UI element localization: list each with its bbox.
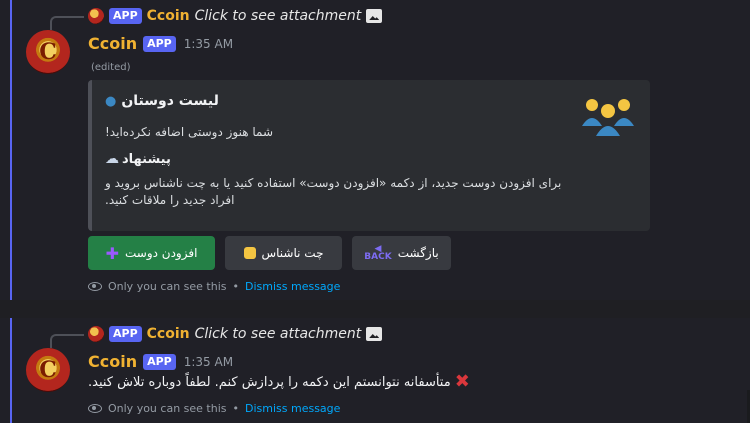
reply-app-tag: APP	[109, 326, 142, 342]
embed-subtitle: ☁ پیشنهاد	[105, 151, 171, 167]
anonymous-chat-button[interactable]: چت ناشناس	[225, 236, 342, 270]
avatar-letter: C	[39, 39, 57, 65]
back-button[interactable]: ◀ BACK بازگشت	[352, 236, 451, 270]
eye-icon	[88, 282, 102, 291]
embed-subtitle-text: پیشنهاد	[122, 151, 171, 167]
app-tag: APP	[143, 353, 176, 370]
avatar-letter: C	[39, 357, 57, 383]
notice-text: Only you can see this	[108, 280, 227, 293]
avatar[interactable]: C	[26, 348, 70, 392]
dismiss-message-link[interactable]: Dismiss message	[245, 280, 340, 293]
add-friend-label: افزودن دوست	[124, 246, 198, 260]
embed-title-text: لیست دوستان	[121, 93, 219, 109]
eye-icon	[88, 404, 102, 413]
back-label: بازگشت	[397, 246, 439, 260]
app-tag: APP	[143, 35, 176, 52]
embed-body: برای افزودن دوست جدید، از دکمه «افزودن د…	[105, 176, 562, 207]
author-name[interactable]: Ccoin	[88, 34, 137, 53]
back-icon: ◀ BACK	[364, 244, 392, 262]
highlight-bar	[10, 0, 12, 300]
reply-connector	[50, 334, 84, 348]
notice-text: Only you can see this	[108, 402, 227, 415]
edited-label: (edited)	[91, 62, 131, 73]
highlight-bar	[10, 318, 12, 423]
reply-preview[interactable]: APP Ccoin Click to see attachment	[88, 324, 383, 344]
notice-separator: •	[232, 402, 240, 415]
x-icon: ✖	[454, 371, 470, 392]
reply-preview[interactable]: APP Ccoin Click to see attachment	[88, 6, 383, 26]
timestamp[interactable]: 1:35 AM	[184, 355, 233, 369]
anonymous-chat-label: چت ناشناس	[261, 246, 324, 260]
mask-icon	[243, 247, 256, 259]
timestamp[interactable]: 1:35 AM	[184, 37, 233, 51]
reply-author[interactable]: Ccoin	[147, 8, 190, 24]
people-icon: ●	[105, 93, 117, 109]
embed: ● لیست دوستان شما هنوز دوستی اضافه نکرده…	[88, 80, 650, 231]
reply-text[interactable]: Click to see attachment	[195, 326, 362, 342]
image-icon	[366, 9, 383, 23]
dismiss-message-link[interactable]: Dismiss message	[245, 402, 340, 415]
message-text: متأسفانه نتوانستم این دکمه را پردازش کنم…	[88, 374, 451, 390]
notice-separator: •	[232, 280, 240, 293]
add-friend-button[interactable]: ✚ افزودن دوست	[88, 236, 215, 270]
embed-title: ● لیست دوستان	[105, 93, 219, 109]
reply-avatar[interactable]	[88, 8, 104, 24]
reply-connector	[50, 16, 84, 30]
reply-avatar[interactable]	[88, 326, 104, 342]
message-1: APP Ccoin Click to see attachment C Ccoi…	[0, 0, 750, 300]
group-people-icon	[582, 99, 634, 136]
embed-description: شما هنوز دوستی اضافه نکرده‌اید!	[105, 125, 274, 139]
reply-text[interactable]: Click to see attachment	[195, 8, 362, 24]
message-header: Ccoin APP 1:35 AM	[88, 352, 233, 371]
thought-bubble-icon: ☁	[105, 151, 119, 167]
back-icon-text: BACK	[364, 252, 392, 262]
ephemeral-notice: Only you can see this • Dismiss message	[88, 280, 340, 293]
avatar[interactable]: C	[26, 30, 70, 74]
message-content: متأسفانه نتوانستم این دکمه را پردازش کنم…	[88, 373, 470, 391]
reply-app-tag: APP	[109, 8, 142, 24]
ephemeral-notice: Only you can see this • Dismiss message	[88, 402, 340, 415]
image-icon	[366, 327, 383, 341]
plus-icon: ✚	[105, 243, 119, 263]
message-header: Ccoin APP 1:35 AM	[88, 34, 233, 53]
author-name[interactable]: Ccoin	[88, 352, 137, 371]
reply-author[interactable]: Ccoin	[147, 326, 190, 342]
